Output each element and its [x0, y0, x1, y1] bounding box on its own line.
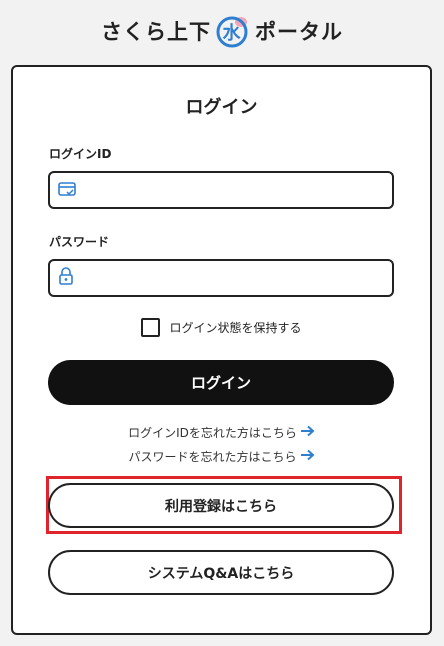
site-title-part2: ポータル [255, 20, 343, 44]
forgot-id-link-text[interactable]: ログインIDを忘れた方はこちら [128, 424, 297, 441]
arrow-right-icon [300, 425, 315, 440]
password-label: パスワード [49, 235, 110, 249]
site-title-part1: さくら上下 [101, 20, 211, 44]
site-header: さくら上下 水 ポータル [0, 0, 444, 62]
faq-button[interactable]: システムQ&Aはこちら [48, 550, 394, 595]
login-card: ログイン ログインID パスワード ログイン状態を保持する ログイン ログインI… [11, 65, 432, 635]
login-title: ログイン [185, 97, 258, 118]
remember-login-checkbox[interactable] [141, 318, 161, 337]
login-id-field[interactable] [48, 171, 394, 209]
login-id-label: ログインID [49, 147, 112, 161]
login-button[interactable]: ログイン [48, 360, 394, 405]
login-id-input[interactable] [82, 173, 392, 207]
password-field[interactable] [48, 259, 394, 297]
id-card-icon [58, 181, 76, 200]
logo-char: 水 [223, 22, 242, 44]
water-logo-icon: 水 [215, 13, 251, 49]
arrow-right-icon [300, 449, 315, 464]
forgot-password-link-text[interactable]: パスワードを忘れた方はこちら [128, 448, 296, 465]
remember-login-row: ログイン状態を保持する [13, 318, 430, 337]
remember-login-label[interactable]: ログイン状態を保持する [169, 319, 301, 336]
register-button[interactable]: 利用登録はこちら [48, 483, 394, 528]
password-input[interactable] [80, 261, 392, 295]
forgot-password-link[interactable]: パスワードを忘れた方はこちら [13, 448, 430, 465]
lock-icon [58, 267, 74, 289]
forgot-id-link[interactable]: ログインIDを忘れた方はこちら [13, 424, 430, 441]
